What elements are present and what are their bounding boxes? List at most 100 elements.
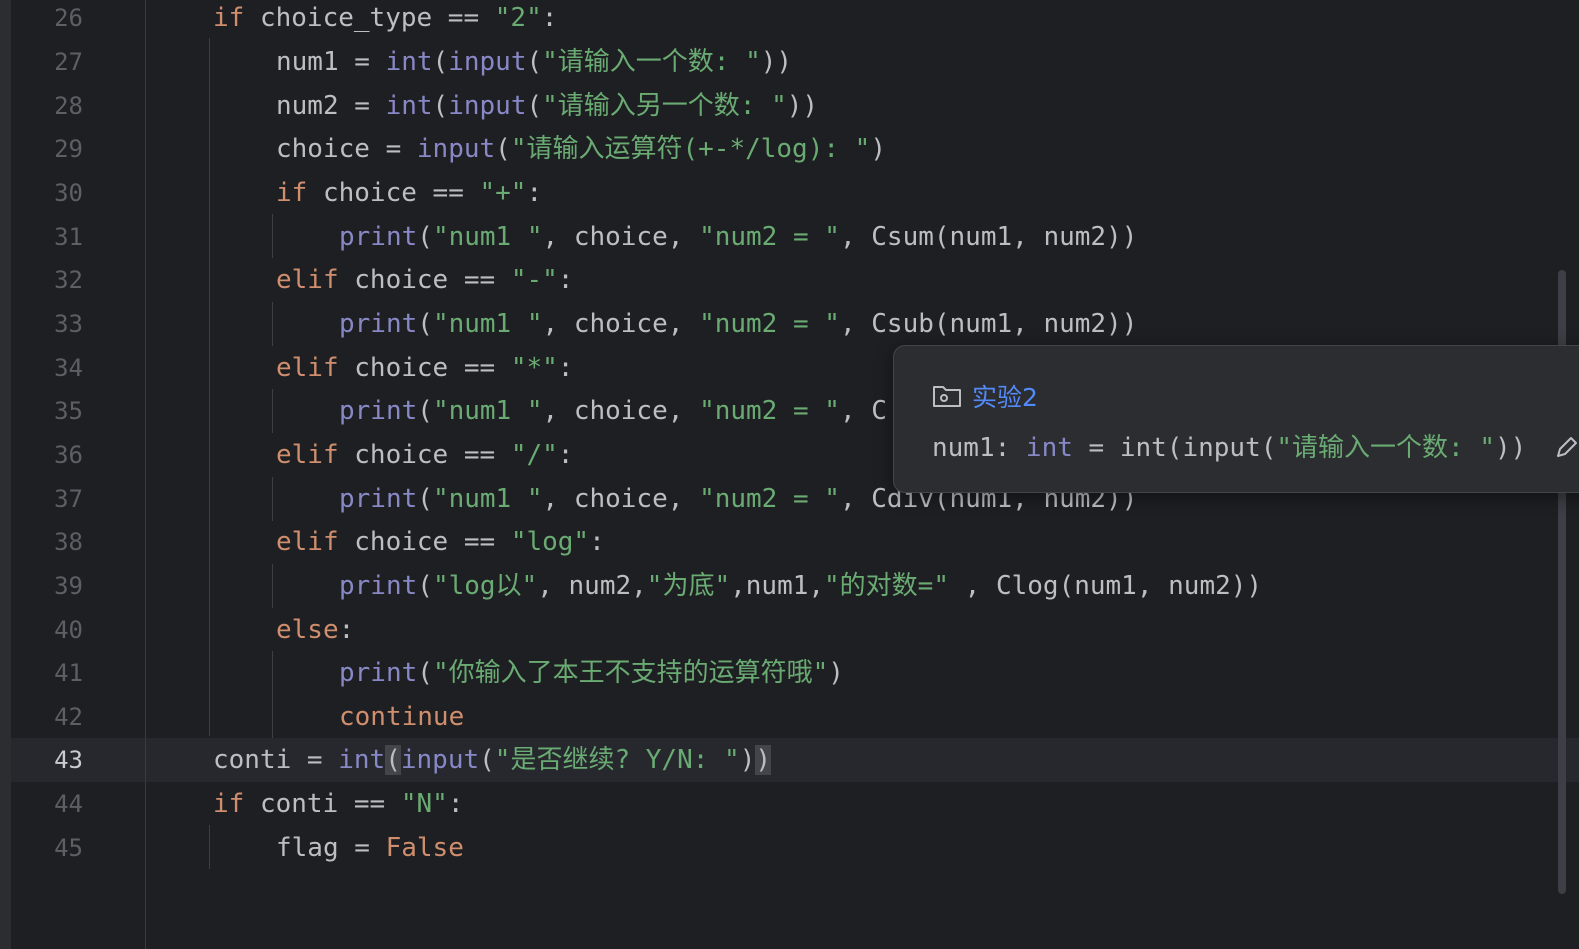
code-token: "num2 = " [699,484,840,514]
code-line-44[interactable]: if conti == "N": [146,782,1579,826]
code-token: ( [479,745,495,775]
code-token: ( [417,571,433,601]
code-token: ( [417,222,433,252]
line-number: 42 [54,703,83,731]
code-token: ( [417,658,433,688]
code-token: print [339,571,418,601]
code-token: "num1 " [432,222,543,252]
pencil-icon[interactable] [1554,434,1579,460]
code-token: "+" [479,178,527,208]
code-token: print [339,309,418,339]
code-line-39[interactable]: print("log以", num2,"为底",num1,"的对数=" , Cl… [146,564,1579,608]
code-token: "你输入了本王不支持的运算符哦" [432,658,829,688]
signature-token: )) [1495,433,1527,463]
line-number: 45 [54,834,83,862]
code-token: ( [526,91,543,121]
tool-window-strip [0,0,11,949]
code-token: "log" [510,527,590,557]
line-number: 32 [54,266,83,294]
code-line-27[interactable]: num1 = int(input("请输入一个数: ")) [146,40,1579,84]
code-token: "num1 " [432,309,543,339]
quick-documentation-popup[interactable]: 实验2 num1: int = int(input("请输入一个数: ")) [893,345,1579,493]
code-token: ( [417,309,433,339]
code-line-42[interactable]: continue [146,695,1579,739]
code-token: "/" [510,440,558,470]
code-token: "log以" [432,571,538,601]
code-token: "num2 = " [699,309,840,339]
line-number-gutter[interactable]: 26 27 28 29 30 31 32 33 34 35 36 37 38 3… [11,0,146,949]
line-number: 33 [54,310,83,338]
code-token: , Csub(num1, num2)) [839,309,1138,339]
code-token: print [339,396,418,426]
code-token: "请输入一个数: " [542,47,761,77]
code-token: int [338,745,386,775]
code-token: int [385,47,433,77]
code-token: , Csum(num1, num2)) [839,222,1138,252]
code-token: : [557,353,574,383]
code-token: : [526,178,543,208]
code-token: "2" [494,3,542,33]
code-token: , choice, [542,309,700,339]
code-token: "num2 = " [699,222,840,252]
line-number: 27 [54,48,83,76]
line-number: 30 [54,179,83,207]
code-token: num2 = [276,91,386,121]
line-number-current: 43 [54,746,83,774]
line-number: 34 [54,354,83,382]
code-token: "请输入另一个数: " [542,91,787,121]
code-line-38[interactable]: elif choice == "log": [146,520,1579,564]
code-token: else [276,615,339,645]
code-token: False [385,833,464,863]
signature-token: = int(input( [1072,433,1277,463]
code-token: : [557,440,574,470]
code-line-41[interactable]: print("你输入了本王不支持的运算符哦") [146,651,1579,695]
signature-token: int [1025,433,1073,463]
code-token: int [385,91,433,121]
code-token: print [339,658,418,688]
popup-header: 实验2 [932,376,1038,416]
code-token: , num2, [537,571,647,601]
code-token: elif [276,353,339,383]
code-token: : [541,3,558,33]
code-token: choice = [276,134,417,164]
code-line-30[interactable]: if choice == "+": [146,171,1579,215]
code-line-31[interactable]: print("num1 ", choice, "num2 = ", Csum(n… [146,215,1579,259]
code-token: ( [526,47,543,77]
code-token: ) [870,134,886,164]
code-token: choice == [338,265,511,295]
code-line-28[interactable]: num2 = int(input("请输入另一个数: ")) [146,84,1579,128]
code-token: ) [828,658,844,688]
code-token: print [339,222,418,252]
code-line-32[interactable]: elif choice == "-": [146,258,1579,302]
code-token: ,num1, [730,571,825,601]
code-line-40[interactable]: else: [146,608,1579,652]
code-token: conti = [213,745,339,775]
code-token: choice == [338,527,511,557]
code-line-33[interactable]: print("num1 ", choice, "num2 = ", Csub(n… [146,302,1579,346]
line-number: 29 [54,135,83,163]
code-token: "*" [510,353,558,383]
code-token: ( [432,47,449,77]
line-number: 28 [54,92,83,120]
code-line-26[interactable]: if choice_type == "2": [146,0,1579,40]
code-line-29[interactable]: choice = input("请输入运算符(+-*/log): ") [146,127,1579,171]
code-token: "num1 " [432,396,543,426]
matched-bracket: ( [385,745,401,775]
code-line-45[interactable]: flag = False [146,826,1579,870]
code-token: ) [739,745,756,775]
code-token: elif [276,527,339,557]
code-token: if [213,789,245,819]
code-token: )) [786,91,819,121]
line-number: 41 [54,659,83,687]
signature-token: num1: [932,433,1026,463]
code-token: ( [417,484,433,514]
code-token: conti == [244,789,401,819]
code-token: "为底" [646,571,731,601]
popup-module-link[interactable]: 实验2 [972,378,1038,414]
code-token: : [447,789,464,819]
code-line-43-current[interactable]: conti = int(input("是否继续? Y/N: ")) [146,738,1579,782]
code-token: if [213,3,245,33]
code-token: , choice, [542,484,700,514]
line-number: 37 [54,485,83,513]
code-token: , choice, [542,222,700,252]
